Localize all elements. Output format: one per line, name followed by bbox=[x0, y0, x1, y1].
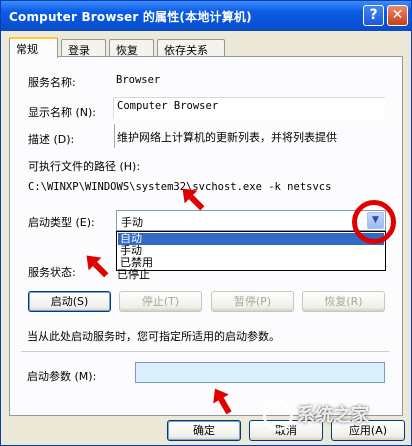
arrow-icon bbox=[86, 255, 109, 278]
watermark: 系统之家 bbox=[263, 401, 411, 445]
properties-window: Computer Browser 的属性(本地计算机) ? ✕ 常规 登录 恢复… bbox=[0, 0, 412, 446]
watermark-text: 系统之家 bbox=[297, 405, 369, 426]
annotation-arrows bbox=[86, 188, 232, 415]
arrow-icon bbox=[182, 188, 205, 211]
watermark-logo-icon bbox=[263, 401, 293, 431]
arrow-icon bbox=[213, 388, 232, 415]
tab-general[interactable]: 常规 bbox=[9, 37, 58, 58]
